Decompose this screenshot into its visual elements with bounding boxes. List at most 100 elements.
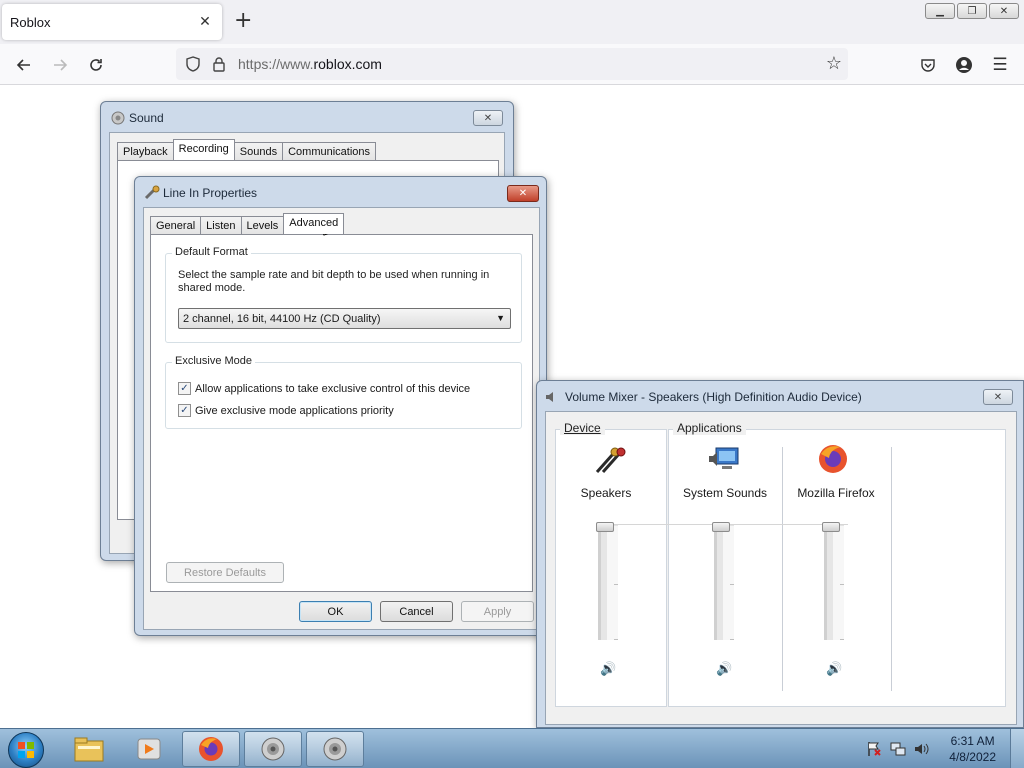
exclusive-control-option[interactable]: ✓ Allow applications to take exclusive c… xyxy=(178,382,470,395)
lock-icon[interactable] xyxy=(210,55,228,73)
line-in-client: General Listen Levels Advanced Default F… xyxy=(143,207,540,630)
restore-button[interactable]: ❐ xyxy=(957,3,987,19)
default-format-dropdown[interactable]: 2 channel, 16 bit, 44100 Hz (CD Quality)… xyxy=(178,308,511,329)
taskbar-firefox[interactable] xyxy=(182,731,240,767)
restore-defaults-button[interactable]: Restore Defaults xyxy=(166,562,284,583)
tab-sounds[interactable]: Sounds xyxy=(233,142,284,160)
default-format-value: 2 channel, 16 bit, 44100 Hz (CD Quality) xyxy=(183,312,381,325)
apply-button[interactable]: Apply xyxy=(461,601,534,622)
exclusive-mode-group: Exclusive Mode ✓ Allow applications to t… xyxy=(165,355,522,429)
tab-listen[interactable]: Listen xyxy=(200,216,242,234)
speakers-mute-button[interactable]: 🔊 xyxy=(600,662,616,677)
reload-icon xyxy=(90,59,102,71)
exclusive-control-checkbox[interactable]: ✓ xyxy=(178,382,191,395)
close-button[interactable]: ✕ xyxy=(989,3,1019,19)
mixer-close-button[interactable]: ✕ xyxy=(983,389,1013,405)
volume-mixer: Volume Mixer - Speakers (High Definition… xyxy=(536,380,1024,728)
ok-button[interactable]: OK xyxy=(299,601,372,622)
taskbar-explorer[interactable] xyxy=(60,731,118,767)
tab-close-icon[interactable]: ✕ xyxy=(196,14,214,30)
system-sounds-icon xyxy=(709,447,739,469)
minimize-button[interactable]: ▁ xyxy=(925,3,955,19)
taskbar-sound-2[interactable] xyxy=(306,731,364,767)
url-prefix: https://www. xyxy=(238,56,314,72)
default-format-description: Select the sample rate and bit depth to … xyxy=(178,269,490,294)
exclusive-priority-option[interactable]: ✓ Give exclusive mode applications prior… xyxy=(178,404,394,417)
browser-tab[interactable]: Roblox ✕ xyxy=(2,4,222,40)
channel-label-system-sounds: System Sounds xyxy=(682,486,768,500)
sound-dialog-icon xyxy=(111,111,125,125)
mixer-client: Device Applications Speakers 🔊 System So… xyxy=(545,411,1017,725)
applications-label: Applications xyxy=(673,422,746,435)
tab-levels[interactable]: Levels xyxy=(240,216,285,234)
default-format-group: Default Format Select the sample rate an… xyxy=(165,246,522,343)
line-in-tabs: General Listen Levels Advanced xyxy=(150,213,345,234)
cancel-button[interactable]: Cancel xyxy=(380,601,453,622)
account-icon[interactable] xyxy=(952,53,976,77)
volume-tray-icon[interactable] xyxy=(914,741,930,761)
speakers-volume-thumb[interactable] xyxy=(596,522,614,532)
exclusive-priority-label: Give exclusive mode applications priorit… xyxy=(195,404,394,417)
bookmark-star-icon[interactable]: ☆ xyxy=(826,53,842,74)
explorer-icon xyxy=(74,737,104,762)
network-icon[interactable] xyxy=(890,741,906,761)
line-in-title: Line In Properties xyxy=(163,186,258,200)
tick-mark xyxy=(840,584,844,585)
tick-mark xyxy=(730,639,734,640)
shield-icon[interactable] xyxy=(184,55,202,73)
sound-close-button[interactable]: ✕ xyxy=(473,110,503,126)
url-domain: roblox.com xyxy=(313,56,382,72)
browser-tab-bar: Roblox ✕ + ▁ ❐ ✕ xyxy=(0,0,1024,44)
sound-icon xyxy=(261,737,285,761)
tab-advanced[interactable]: Advanced xyxy=(283,213,345,234)
taskbar-media-player[interactable] xyxy=(120,731,178,767)
clock-time: 6:31 AM xyxy=(950,734,995,748)
line-in-dialog: Line In Properties ✕ General Listen Leve… xyxy=(134,176,547,636)
start-button[interactable] xyxy=(8,732,44,768)
speakers-volume-track[interactable] xyxy=(598,525,618,640)
tab-communications[interactable]: Communications xyxy=(282,142,377,160)
exclusive-priority-checkbox[interactable]: ✓ xyxy=(178,404,191,417)
channel-label-firefox: Mozilla Firefox xyxy=(797,486,875,500)
chevron-down-icon: ▼ xyxy=(496,313,505,323)
tick-mark xyxy=(614,584,618,585)
sound-dialog-title: Sound xyxy=(129,111,164,125)
firefox-volume-thumb[interactable] xyxy=(822,522,840,532)
menu-icon[interactable]: ☰ xyxy=(988,53,1012,77)
exclusive-mode-label: Exclusive Mode xyxy=(172,355,256,367)
new-tab-button[interactable]: + xyxy=(234,10,252,32)
app-divider xyxy=(782,447,783,691)
action-center-icon[interactable] xyxy=(866,741,882,761)
speakers-icon xyxy=(595,447,626,473)
firefox-volume-track[interactable] xyxy=(824,525,844,640)
app-divider xyxy=(891,447,892,691)
system-clock[interactable]: 6:31 AM 4/8/2022 xyxy=(949,733,996,765)
forward-button[interactable] xyxy=(48,53,72,77)
firefox-icon xyxy=(199,737,223,761)
device-label: Device xyxy=(560,422,605,435)
advanced-panel: Default Format Select the sample rate an… xyxy=(150,234,533,592)
windows-logo-icon xyxy=(18,742,34,758)
firefox-mute-button[interactable]: 🔊 xyxy=(826,662,842,677)
volume-mixer-title: Volume Mixer - Speakers (High Definition… xyxy=(565,390,862,404)
system-sounds-volume-thumb[interactable] xyxy=(712,522,730,532)
reload-button[interactable] xyxy=(84,53,108,77)
line-in-close-button[interactable]: ✕ xyxy=(507,185,539,202)
back-arrow-icon xyxy=(16,59,30,71)
clock-date: 4/8/2022 xyxy=(949,750,996,764)
system-sounds-mute-button[interactable]: 🔊 xyxy=(716,662,732,677)
forward-arrow-icon xyxy=(54,59,68,71)
tab-playback[interactable]: Playback xyxy=(117,142,174,160)
tab-recording[interactable]: Recording xyxy=(172,139,235,160)
url-bar[interactable]: https://www.roblox.com ☆ xyxy=(176,48,848,80)
back-button[interactable] xyxy=(12,53,36,77)
exclusive-control-label: Allow applications to take exclusive con… xyxy=(195,382,471,395)
show-desktop-button[interactable] xyxy=(1010,729,1024,768)
tab-general[interactable]: General xyxy=(150,216,202,234)
tick-mark xyxy=(840,639,844,640)
taskbar: 6:31 AM 4/8/2022 xyxy=(0,728,1024,768)
taskbar-sound[interactable] xyxy=(244,731,302,767)
mixer-speaker-icon xyxy=(546,392,553,402)
pocket-icon[interactable] xyxy=(916,53,940,77)
system-sounds-volume-track[interactable] xyxy=(714,525,734,640)
